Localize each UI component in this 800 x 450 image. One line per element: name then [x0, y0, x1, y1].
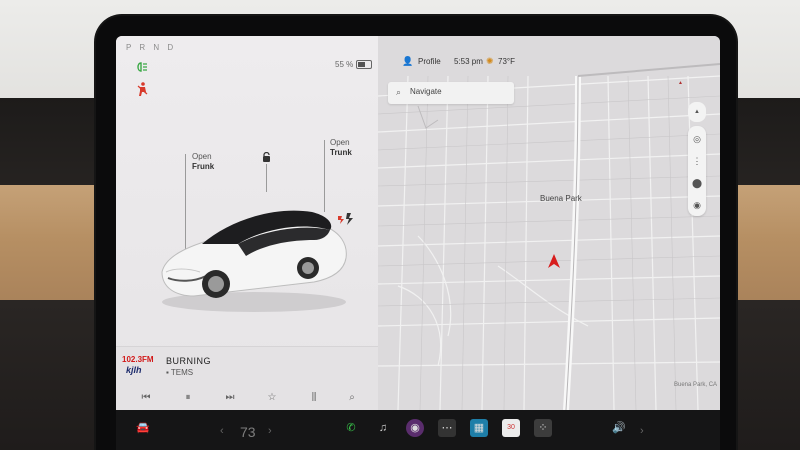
navigate-input[interactable]	[410, 87, 506, 96]
media-player[interactable]: 102.3FM kjlh BURNING ▪ TEMS ⏮ ⏸ ⏭ ☆ ⫼ ⌕	[116, 346, 378, 410]
open-trunk-line2: Trunk	[330, 148, 352, 157]
calendar-icon[interactable]: 30	[502, 419, 520, 437]
map-logo-icon: ▲	[678, 80, 683, 86]
music-icon[interactable]: ♫	[374, 419, 392, 437]
search-icon: ⌕	[396, 87, 402, 97]
song-artist-row: ▪ TEMS	[166, 368, 193, 377]
search-media-icon[interactable]: ⌕	[344, 391, 360, 405]
open-trunk-button[interactable]: Open Trunk	[330, 138, 352, 158]
equalizer-icon[interactable]: ⫼	[306, 391, 322, 405]
map-city-label: Buena Park	[540, 194, 582, 203]
cabin-temperature: 73	[240, 424, 256, 440]
car-illustration	[161, 210, 347, 312]
map-options-icon[interactable]: ⋮	[688, 152, 706, 170]
open-frunk-button[interactable]: Open Frunk	[192, 152, 214, 172]
volume-icon[interactable]: 🔊	[610, 419, 628, 437]
lock-icon[interactable]	[262, 152, 271, 162]
next-track-button[interactable]: ⏭	[222, 391, 238, 405]
more-icon[interactable]: ⋯	[438, 419, 456, 437]
car-icon[interactable]: 🚘	[134, 419, 152, 437]
seatbelt-icon	[137, 82, 148, 96]
apps-icon[interactable]: ⁘	[534, 419, 552, 437]
status-bar: 👤 Profile 5:53 pm ✺ 73°F	[378, 56, 720, 70]
compass-icon[interactable]: ◎	[688, 130, 706, 148]
temp-down-chevron-icon[interactable]: ‹	[220, 425, 224, 437]
profile-button[interactable]: Profile	[418, 57, 441, 66]
clock-time: 5:53 pm	[454, 57, 483, 66]
battery-percent: 55 %	[335, 60, 354, 69]
headlights-icon	[137, 62, 147, 72]
phone-icon[interactable]: ✆	[342, 419, 360, 437]
station-call-sign: kjlh	[126, 365, 142, 375]
volume-right-chevron-icon[interactable]: ›	[640, 425, 644, 437]
camera-icon[interactable]: ◉	[406, 419, 424, 437]
location-pin-icon[interactable]: ⬤	[688, 174, 706, 192]
open-frunk-line2: Frunk	[192, 162, 215, 171]
previous-track-button[interactable]: ⏮	[138, 391, 154, 405]
north-up-button[interactable]: ▲	[688, 102, 706, 122]
car-panel: P R N D 55 % Open Frunk Open Trunk 102.3…	[116, 36, 378, 410]
map-controls: ◎ ⋮ ⬤ ◉	[688, 126, 706, 216]
station-logo: 102.3FM kjlh	[122, 355, 158, 383]
open-trunk-line1: Open	[330, 138, 350, 147]
sun-icon: ✺	[486, 56, 494, 66]
battery-icon	[356, 60, 372, 69]
tetris-icon[interactable]: ▦	[470, 419, 488, 437]
recenter-icon[interactable]: ◉	[688, 196, 706, 214]
outside-temperature: 73°F	[498, 57, 515, 66]
bottom-dock: 🚘 ‹ 73 › ✆ ♫ ◉ ⋯ ▦ 30 ⁘ 🔊 ›	[116, 410, 720, 450]
map-location-label: Buena Park, CA	[674, 382, 718, 388]
song-title: BURNING	[166, 356, 212, 366]
open-frunk-line1: Open	[192, 152, 212, 161]
gear-selector: P R N D	[126, 43, 177, 52]
temp-up-chevron-icon[interactable]: ›	[268, 425, 272, 437]
profile-icon[interactable]: 👤	[402, 56, 413, 67]
station-frequency: 102.3FM	[122, 355, 154, 364]
song-artist: TEMS	[170, 368, 194, 377]
navigate-search-box[interactable]: ⌕	[388, 82, 514, 104]
pause-button[interactable]: ⏸	[180, 391, 196, 405]
touchscreen: P R N D 55 % Open Frunk Open Trunk 102.3…	[116, 36, 720, 410]
favorite-icon[interactable]: ☆	[264, 391, 280, 405]
navigation-arrow-icon	[548, 254, 560, 268]
